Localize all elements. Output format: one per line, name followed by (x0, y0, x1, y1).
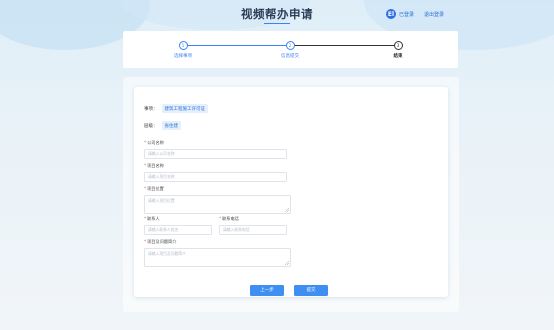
matter-row: 事项： 建筑工程施工许可证 (144, 104, 208, 113)
required-mark: * (144, 140, 147, 145)
project-location-label: 项目位置 (147, 186, 164, 191)
project-location-textarea[interactable]: 请输入项目位置 (144, 195, 291, 214)
description-label: 项目及问题简介 (147, 239, 177, 244)
description-placeholder: 请输入项目及问题简介 (148, 251, 186, 256)
contact-field: *联系人 请输入联系人姓名 (144, 216, 212, 235)
dept-label: 层级： (144, 123, 158, 129)
project-name-field: *项目名称 请输入项目名称 (144, 163, 287, 182)
company-name-input[interactable]: 请输入公司名称 (144, 149, 287, 159)
resize-handle-icon[interactable] (285, 208, 289, 212)
prev-step-button[interactable]: 上一步 (250, 285, 284, 296)
required-mark: * (144, 163, 147, 168)
company-name-field: *公司名称 请输入公司名称 (144, 140, 287, 159)
dept-tag: 省住建 (161, 121, 181, 130)
user-name[interactable]: 已登录 (399, 11, 414, 18)
description-field: *项目及问题简介 请输入项目及问题简介 (144, 239, 291, 267)
project-name-label: 项目名称 (147, 163, 164, 168)
form-card: 事项： 建筑工程施工许可证 层级： 省住建 *公司名称 请输入公司名称 *项目名… (134, 87, 448, 297)
user-avatar[interactable]: El (386, 9, 396, 19)
step-number: 3 (393, 41, 403, 50)
required-mark: * (219, 216, 222, 221)
phone-input[interactable]: 请输入联系电话 (219, 225, 287, 235)
step-select-matter: 1 选择事项 (163, 41, 203, 59)
dept-row: 层级： 省住建 (144, 121, 181, 130)
user-area: El 已登录 退出登录 (386, 9, 444, 19)
form-container: 事项： 建筑工程施工许可证 层级： 省住建 *公司名称 请输入公司名称 *项目名… (123, 77, 459, 312)
matter-tag: 建筑工程施工许可证 (161, 104, 208, 113)
matter-label: 事项： (144, 106, 158, 112)
description-textarea[interactable]: 请输入项目及问题简介 (144, 248, 291, 267)
phone-label: 联系电话 (222, 216, 239, 221)
page-title: 视频帮办申请 (241, 7, 313, 21)
title-underline (264, 23, 290, 24)
steps-card: 1 选择事项 2 信息提交 3 结束 (123, 31, 458, 68)
required-mark: * (144, 186, 147, 191)
logout-link[interactable]: 退出登录 (424, 11, 444, 18)
project-location-placeholder: 请输入项目位置 (148, 198, 175, 203)
resize-handle-icon[interactable] (285, 261, 289, 265)
step-number: 1 (178, 41, 188, 50)
step-submit-info: 2 信息提交 (270, 41, 310, 59)
step-number: 2 (285, 41, 295, 50)
project-location-field: *项目位置 请输入项目位置 (144, 186, 291, 214)
submit-button[interactable]: 提交 (294, 285, 328, 296)
required-mark: * (144, 239, 147, 244)
company-name-label: 公司名称 (147, 140, 164, 145)
contact-label: 联系人 (147, 216, 160, 221)
required-mark: * (144, 216, 147, 221)
step-label: 信息提交 (281, 54, 299, 59)
contact-input[interactable]: 请输入联系人姓名 (144, 225, 212, 235)
step-finish: 3 结束 (378, 41, 418, 59)
project-name-input[interactable]: 请输入项目名称 (144, 172, 287, 182)
step-label: 结束 (393, 54, 403, 59)
step-label: 选择事项 (174, 54, 192, 59)
phone-field: *联系电话 请输入联系电话 (219, 216, 287, 235)
